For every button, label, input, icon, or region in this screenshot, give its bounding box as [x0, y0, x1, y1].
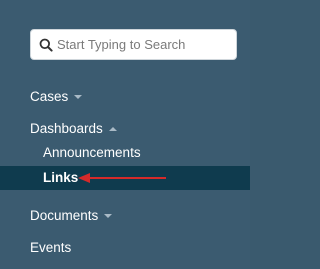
red-arrow-icon	[78, 173, 166, 183]
nav-item-dashboards-label: Dashboards	[30, 121, 103, 136]
chevron-down-icon	[74, 94, 83, 99]
chevron-down-icon	[104, 213, 113, 218]
chevron-up-icon	[108, 126, 117, 131]
search-icon	[39, 38, 53, 52]
nav-item-documents-label: Documents	[30, 208, 99, 223]
nav-item-cases[interactable]: Cases	[30, 89, 83, 104]
search-input[interactable]	[57, 37, 227, 52]
nav-subitem-announcements-label: Announcements	[43, 145, 141, 160]
nav-item-dashboards[interactable]: Dashboards	[30, 121, 117, 136]
nav-subitem-links-label: Links	[43, 170, 79, 185]
sidebar: Cases Dashboards Announcements Links Doc…	[0, 0, 250, 269]
nav-item-cases-label: Cases	[30, 89, 69, 104]
nav-subitem-links[interactable]: Links	[43, 170, 78, 185]
nav-subitem-announcements[interactable]: Announcements	[43, 145, 141, 160]
nav-item-events[interactable]: Events	[30, 240, 71, 255]
nav-item-events-label: Events	[30, 240, 72, 255]
nav-item-documents[interactable]: Documents	[30, 208, 113, 223]
search-box[interactable]	[30, 29, 237, 60]
